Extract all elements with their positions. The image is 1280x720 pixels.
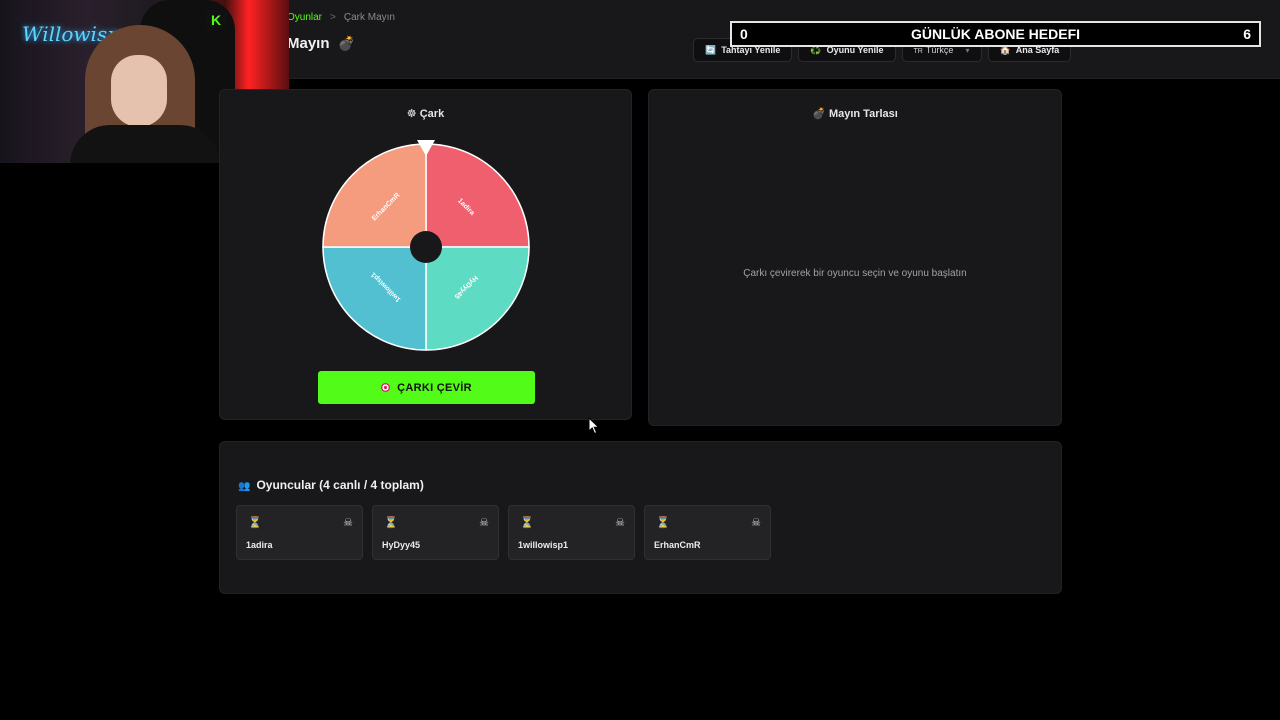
page-title: Mayın 💣 xyxy=(287,35,355,52)
goal-current: 0 xyxy=(740,26,748,42)
player-card: ⏳ ☠ ErhanCmR xyxy=(644,505,771,560)
players-heading: 👥 Oyuncular (4 canlı / 4 toplam) xyxy=(238,478,424,492)
wheel-segment-1willowisp1 xyxy=(322,246,427,351)
breadcrumb-link-games[interactable]: Oyunlar xyxy=(287,12,322,23)
player-name: 1adira xyxy=(246,540,273,550)
wheel-panel: ☸ Çark 1adira HyDyy45 1willowisp1 ErhanCmR … xyxy=(219,89,632,420)
wheel-segment-erhancmr xyxy=(322,143,427,248)
page-title-text: Mayın xyxy=(287,35,330,52)
player-card: ⏳ ☠ 1willowisp1 xyxy=(508,505,635,560)
target-icon xyxy=(381,383,391,392)
prize-wheel[interactable]: 1adiraHyDyy451willowisp1ErhanCmR xyxy=(322,138,532,353)
streamer-shirt xyxy=(70,125,220,163)
mouse-cursor-icon xyxy=(588,417,600,435)
player-name: 1willowisp1 xyxy=(518,540,569,550)
minefield-panel: 💣 Mayın Tarlası Çarkı çevirerek bir oyun… xyxy=(648,89,1062,426)
subscriber-goal-overlay: 0 GÜNLÜK ABONE HEDEFI 6 xyxy=(730,21,1261,47)
language-flag: TR xyxy=(913,48,923,55)
spin-wheel-button[interactable]: ÇARKI ÇEVİR xyxy=(318,371,535,404)
hourglass-icon: ⏳ xyxy=(384,517,398,529)
breadcrumb-separator: > xyxy=(330,12,336,23)
wheel-panel-title: ☸ Çark xyxy=(220,107,631,120)
wheel-segment-1adira xyxy=(425,143,530,248)
breadcrumb: Oyunlar > Çark Mayın xyxy=(287,12,395,23)
wheel-segment-hydyy45 xyxy=(425,246,530,351)
minefield-empty-message: Çarkı çevirerek bir oyuncu seçin ve oyun… xyxy=(743,268,967,279)
spin-wheel-label: ÇARKI ÇEVİR xyxy=(397,381,472,394)
streamer-face xyxy=(111,55,167,127)
player-card: ⏳ ☠ 1adira xyxy=(236,505,363,560)
player-card: ⏳ ☠ HyDyy45 xyxy=(372,505,499,560)
hourglass-icon: ⏳ xyxy=(520,517,534,529)
users-icon: 👥 xyxy=(238,481,251,492)
player-name: ErhanCmR xyxy=(654,540,701,550)
remove-player-icon[interactable]: ☠ xyxy=(751,516,761,529)
kick-logo-icon: K xyxy=(205,10,227,30)
players-panel: 👥 Oyuncular (4 canlı / 4 toplam) ⏳ ☠ 1adira… xyxy=(219,441,1062,594)
minefield-panel-title-text: Mayın Tarlası xyxy=(828,108,898,120)
goal-label: GÜNLÜK ABONE HEDEFI xyxy=(910,26,1081,42)
wheel-hub xyxy=(410,231,442,263)
bomb-icon: 💣 xyxy=(812,108,826,120)
goal-target: 6 xyxy=(1243,26,1251,42)
wheel-icon: ☸ xyxy=(406,108,417,120)
hourglass-icon: ⏳ xyxy=(656,517,670,529)
remove-player-icon[interactable]: ☠ xyxy=(343,516,353,529)
breadcrumb-current: Çark Mayın xyxy=(343,12,395,23)
players-heading-text: Oyuncular (4 canlı / 4 toplam) xyxy=(256,478,424,492)
remove-player-icon[interactable]: ☠ xyxy=(479,516,489,529)
player-name: HyDyy45 xyxy=(382,540,421,550)
minefield-panel-title: 💣 Mayın Tarlası xyxy=(649,107,1061,120)
player-list: ⏳ ☠ 1adira ⏳ ☠ HyDyy45 ⏳ ☠ 1willowisp1 ⏳ ☠ ErhanCmR xyxy=(236,505,771,560)
wheel-panel-title-text: Çark xyxy=(419,108,445,120)
hourglass-icon: ⏳ xyxy=(248,517,262,529)
remove-player-icon[interactable]: ☠ xyxy=(615,516,625,529)
refresh-icon: 🔄 xyxy=(705,44,717,55)
bomb-icon: 💣 xyxy=(337,35,355,51)
